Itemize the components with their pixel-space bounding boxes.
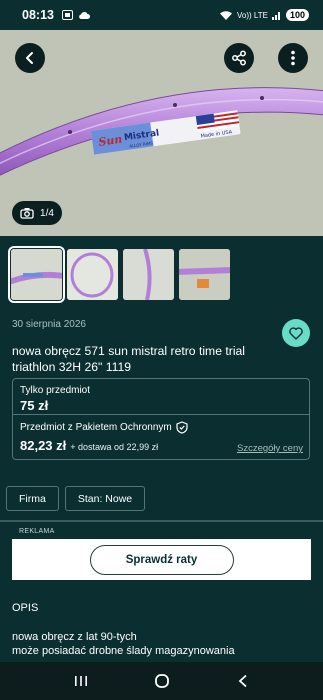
- screen: 08:13 Vo)) LTE 100 Sun Mistral ALLOY RIM…: [0, 0, 323, 700]
- image-counter[interactable]: 1/4: [12, 201, 62, 225]
- protection-price: 82,23 zł: [20, 438, 67, 453]
- attribute-chip-brand[interactable]: Firma: [6, 486, 59, 511]
- recent-apps-button[interactable]: [66, 669, 96, 693]
- screenshot-icon: [61, 10, 73, 20]
- thumbnail-3[interactable]: [123, 249, 174, 300]
- delivery-price: + dostawa od 22,99 zł: [70, 442, 159, 452]
- heart-icon: [289, 326, 303, 340]
- protection-price-row: Przedmiot z Pakietem Ochronnym 82,23 zł …: [13, 415, 309, 459]
- price-box: Tylko przedmiot 75 zł Przedmiot z Pakiet…: [12, 378, 310, 460]
- home-icon: [154, 674, 169, 688]
- item-only-label: Tylko przedmiot: [20, 385, 91, 396]
- thumbnail-4[interactable]: [179, 249, 230, 300]
- home-button[interactable]: [147, 669, 177, 693]
- listing-title-line-1: nowa obręcz 571 sun mistral retro time t…: [12, 344, 246, 358]
- share-button[interactable]: [224, 43, 254, 73]
- ad-label: REKLAMA: [19, 528, 55, 535]
- price-details-link[interactable]: Szczegóły ceny: [237, 443, 303, 454]
- protection-label: Przedmiot z Pakietem Ochronnym: [20, 422, 172, 433]
- network-label: Vo)) LTE: [236, 10, 268, 20]
- signal-icon: [271, 12, 280, 20]
- check-installments-button[interactable]: Sprawdź raty: [89, 544, 234, 575]
- listing-title: nowa obręcz 571 sun mistral retro time t…: [12, 343, 292, 375]
- attribute-chip-condition[interactable]: Stan: Nowe: [64, 486, 146, 511]
- thumbnail-strip: [0, 236, 323, 311]
- ad-banner: Sprawdź raty: [12, 539, 311, 580]
- shield-check-icon: [176, 421, 188, 434]
- status-bar: 08:13 Vo)) LTE 100: [0, 0, 323, 30]
- attribute-chips: Firma Stan: Nowe: [6, 486, 146, 511]
- system-navigation-bar: [0, 662, 323, 700]
- system-back-button[interactable]: [228, 669, 258, 693]
- chevron-left-icon: [26, 52, 33, 64]
- listing-date: 30 sierpnia 2026: [12, 319, 86, 330]
- recent-apps-icon: [74, 676, 87, 686]
- item-only-price: 75 zł: [20, 398, 49, 413]
- camera-icon: [20, 208, 34, 219]
- cloud-icon: [79, 11, 90, 19]
- back-button[interactable]: [15, 43, 45, 73]
- more-options-button[interactable]: [278, 43, 308, 73]
- description-line-2: może posiadać drobne ślady magazynowania: [12, 645, 235, 657]
- listing-photo[interactable]: Sun Mistral ALLOY RIMS Made in USA 1/4: [0, 30, 323, 236]
- thumbnail-2[interactable]: [67, 249, 118, 300]
- thumbnail-1[interactable]: [8, 246, 65, 303]
- item-only-price-row: Tylko przedmiot 75 zł: [13, 379, 309, 415]
- status-time: 08:13: [22, 8, 54, 22]
- share-icon: [232, 50, 246, 66]
- more-vertical-icon: [291, 50, 295, 66]
- back-arrow-icon: [238, 674, 247, 688]
- status-notification-icons: [61, 10, 90, 20]
- image-counter-text: 1/4: [40, 207, 54, 219]
- status-right: Vo)) LTE 100: [219, 9, 309, 21]
- description-line-1: nowa obręcz z lat 90-tych: [12, 631, 137, 643]
- listing-title-line-2: triathlon 32H 26" 1119: [12, 360, 132, 374]
- section-divider: [0, 520, 323, 522]
- battery-indicator: 100: [285, 9, 309, 21]
- wifi-icon: [219, 10, 232, 20]
- description-heading: OPIS: [12, 602, 39, 614]
